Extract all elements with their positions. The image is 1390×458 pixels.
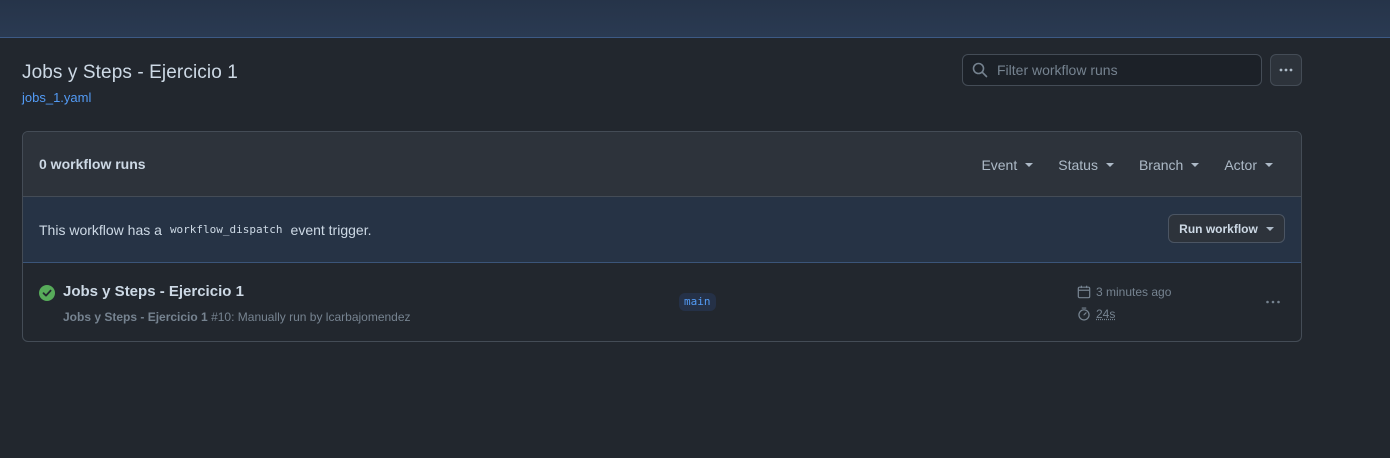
workflow-runs-panel: 0 workflow runs Event Status Branch Acto… [22, 131, 1302, 342]
stopwatch-icon [1078, 307, 1090, 321]
workflow-run-row[interactable]: Jobs y Steps - Ejercicio 1 Jobs y Steps … [23, 263, 1301, 341]
kebab-horizontal-icon [1279, 68, 1293, 72]
filter-workflow-runs-field[interactable] [962, 54, 1262, 86]
dispatch-suffix: event trigger. [290, 221, 372, 238]
filter-status-label: Status [1058, 156, 1098, 173]
run-meta: Jobs y Steps - Ejercicio 1 #10: Manually… [63, 310, 411, 324]
dispatch-event-code: workflow_dispatch [169, 223, 283, 236]
workflow-file-link[interactable]: jobs_1.yaml [22, 90, 238, 105]
more-options-button[interactable] [1270, 54, 1302, 86]
search-icon [972, 62, 988, 78]
filter-branch-label: Branch [1138, 156, 1184, 173]
kebab-horizontal-icon [1266, 300, 1280, 304]
search-input[interactable] [997, 62, 1261, 78]
chevron-down-icon [1025, 162, 1034, 167]
run-filters: Event Status Branch Actor [956, 132, 1273, 197]
calendar-icon [1077, 285, 1091, 299]
run-meta-workflow: Jobs y Steps - Ejercicio 1 [63, 310, 208, 324]
top-navigation-bar [0, 0, 1390, 38]
filter-event-label: Event [981, 156, 1018, 173]
filter-actor-label: Actor [1224, 156, 1257, 173]
workflow-dispatch-notice: This workflow has a workflow_dispatch ev… [23, 197, 1301, 263]
chevron-down-icon [1105, 162, 1114, 167]
branch-tag[interactable]: main [679, 293, 716, 311]
dispatch-prefix: This workflow has a [39, 221, 162, 238]
runs-count: 0 workflow runs [39, 156, 146, 172]
filter-status-dropdown[interactable]: Status [1058, 157, 1114, 173]
chevron-down-icon [1265, 162, 1273, 167]
runs-header: 0 workflow runs Event Status Branch Acto… [23, 132, 1301, 197]
filter-actor-dropdown[interactable]: Actor [1224, 157, 1273, 173]
chevron-down-icon [1191, 162, 1200, 167]
run-options-button[interactable] [1261, 293, 1285, 311]
run-workflow-button[interactable]: Run workflow [1168, 214, 1285, 243]
run-duration: 24s [1077, 307, 1115, 321]
filter-branch-dropdown[interactable]: Branch [1138, 156, 1200, 173]
run-workflow-label: Run workflow [1179, 221, 1258, 236]
page-title: Jobs y Steps - Ejercicio 1 [22, 62, 238, 83]
time-ago-text: 3 minutes ago [1096, 285, 1172, 299]
filter-event-dropdown[interactable]: Event [981, 156, 1034, 173]
run-meta-detail: #10: Manually run by lcarbajomendez [211, 310, 411, 324]
workflow-header: Jobs y Steps - Ejercicio 1 jobs_1.yaml [22, 62, 238, 105]
run-title-link[interactable]: Jobs y Steps - Ejercicio 1 [63, 283, 244, 300]
run-time-ago: 3 minutes ago [1077, 285, 1171, 299]
chevron-down-icon [1265, 226, 1274, 231]
check-circle-fill-icon [39, 285, 55, 301]
duration-text: 24s [1096, 307, 1116, 321]
